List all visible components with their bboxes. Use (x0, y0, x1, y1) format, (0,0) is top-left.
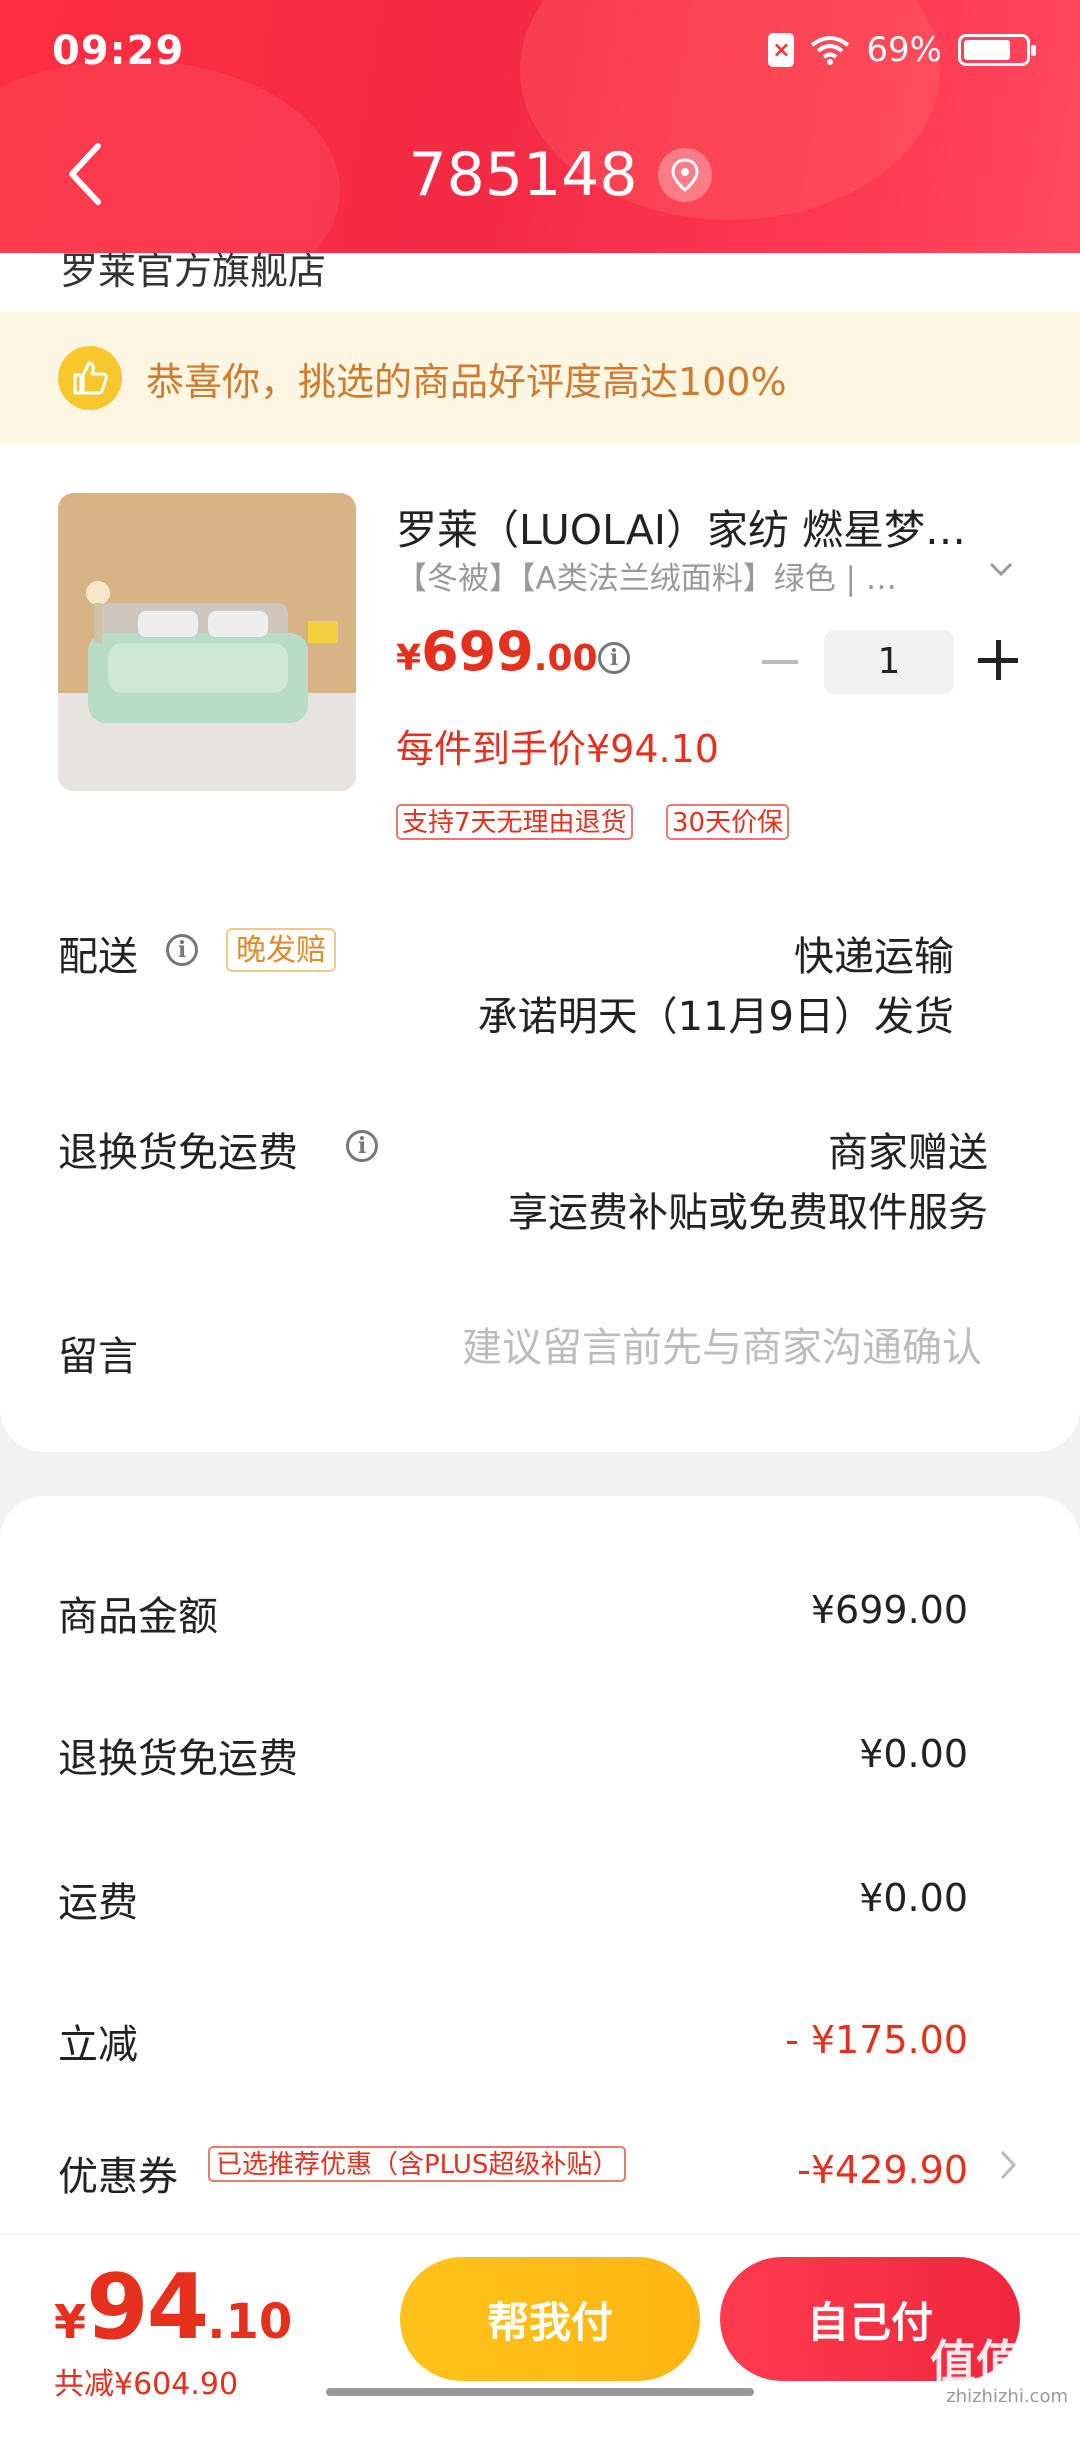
coupon-label[interactable]: 优惠券 (58, 2144, 178, 2202)
discount-label: 立减 (58, 2022, 138, 2068)
chevron-right-icon[interactable] (998, 2148, 1018, 2182)
price-integer: 699 (421, 620, 534, 683)
quantity-minus-button[interactable] (762, 660, 798, 664)
battery-icon (958, 34, 1036, 66)
product-title[interactable]: 罗莱（LUOLAI）家纺 燃星梦… (396, 496, 1016, 556)
product-spec[interactable]: 【冬被】【A类法兰绒面料】绿色 | … (396, 553, 976, 598)
total-integer: 94 (86, 2255, 209, 2360)
price-currency: ¥ (396, 638, 422, 679)
battery-percent: 69% (866, 30, 942, 70)
total-saved: 共减¥604.90 (54, 2367, 239, 2402)
sim-error-icon: × (768, 33, 795, 67)
delivery-promise: 承诺明天（11月9日）发货 (477, 994, 954, 1040)
total-currency: ¥ (54, 2295, 87, 2349)
quantity-input[interactable]: 1 (824, 630, 954, 694)
return-freight-sum-label: 退换货免运费 (58, 1736, 298, 1782)
rating-banner-text: 恭喜你，挑选的商品好评度高达100% (146, 359, 787, 404)
total-price: ¥ 94 .10 (54, 2255, 292, 2360)
hand-price: 每件到手价¥94.10 (396, 727, 719, 771)
late-compensation-badge: 晚发赔 (226, 928, 336, 972)
price-info-icon[interactable]: i (598, 642, 630, 674)
message-input[interactable] (420, 1324, 984, 1372)
rating-banner: 恭喜你，挑选的商品好评度高达100% (0, 312, 1080, 444)
return-freight-desc: 享运费补贴或免费取件服务 (508, 1190, 988, 1236)
delivery-info-icon[interactable]: i (166, 934, 198, 966)
delivery-label: 配送 (58, 934, 138, 980)
discount-value: - ¥175.00 (785, 2018, 968, 2062)
watermark-sub: zhizhizhi.com (946, 2386, 1068, 2407)
goods-amount-value: ¥699.00 (810, 1588, 968, 1632)
message-label: 留言 (58, 1334, 138, 1380)
return-policy-tag: 支持7天无理由退货 (396, 804, 633, 840)
goods-amount-label: 商品金额 (58, 1594, 218, 1640)
order-card: 罗莱官方旗舰店 恭喜你，挑选的商品好评度高达100% 罗莱（LUOLAI）家纺 … (0, 200, 1080, 1452)
help-me-pay-button[interactable]: 帮我付 (400, 2257, 700, 2381)
return-freight-label: 退换货免运费 (58, 1130, 298, 1176)
delivery-method[interactable]: 快递运输 (794, 924, 954, 982)
freight-label: 运费 (58, 1880, 138, 1926)
watermark-text: 值值值 (930, 2335, 1068, 2389)
coupon-tag: 已选推荐优惠（含PLUS超级补贴） (208, 2146, 627, 2182)
header-bar: 09:29 × 69% 785148 (0, 0, 1080, 253)
status-time: 09:29 (52, 28, 185, 74)
return-freight-info-icon[interactable]: i (346, 1130, 378, 1162)
home-indicator[interactable] (326, 2388, 754, 2396)
status-icons: × 69% (768, 30, 1036, 70)
price-protect-tag: 30天价保 (666, 804, 790, 840)
price-decimal: .00 (533, 638, 598, 679)
nav-title: 785148 (0, 140, 1080, 210)
product-image[interactable] (58, 493, 356, 791)
status-bar: 09:29 × 69% (0, 26, 1080, 80)
product-price: ¥ 699 .00 (396, 620, 598, 683)
return-freight-value: 商家赠送 (828, 1130, 988, 1176)
coupon-value[interactable]: -¥429.90 (797, 2148, 968, 2192)
page-title: 785148 (408, 140, 638, 210)
total-decimal: .10 (207, 2294, 293, 2350)
location-pin-icon[interactable] (657, 148, 712, 202)
watermark: 值值值 zhizhizhi.com (930, 2338, 1068, 2408)
quantity-plus-button[interactable] (978, 640, 1018, 680)
checkout-bar: ¥ 94 .10 共减¥604.90 帮我付 自己付 (0, 2234, 1080, 2402)
freight-value: ¥0.00 (859, 1876, 968, 1920)
wifi-icon (811, 36, 850, 65)
return-freight-sum-value: ¥0.00 (859, 1732, 968, 1776)
chevron-down-icon[interactable] (986, 556, 1016, 582)
thumbs-up-icon (58, 346, 122, 410)
